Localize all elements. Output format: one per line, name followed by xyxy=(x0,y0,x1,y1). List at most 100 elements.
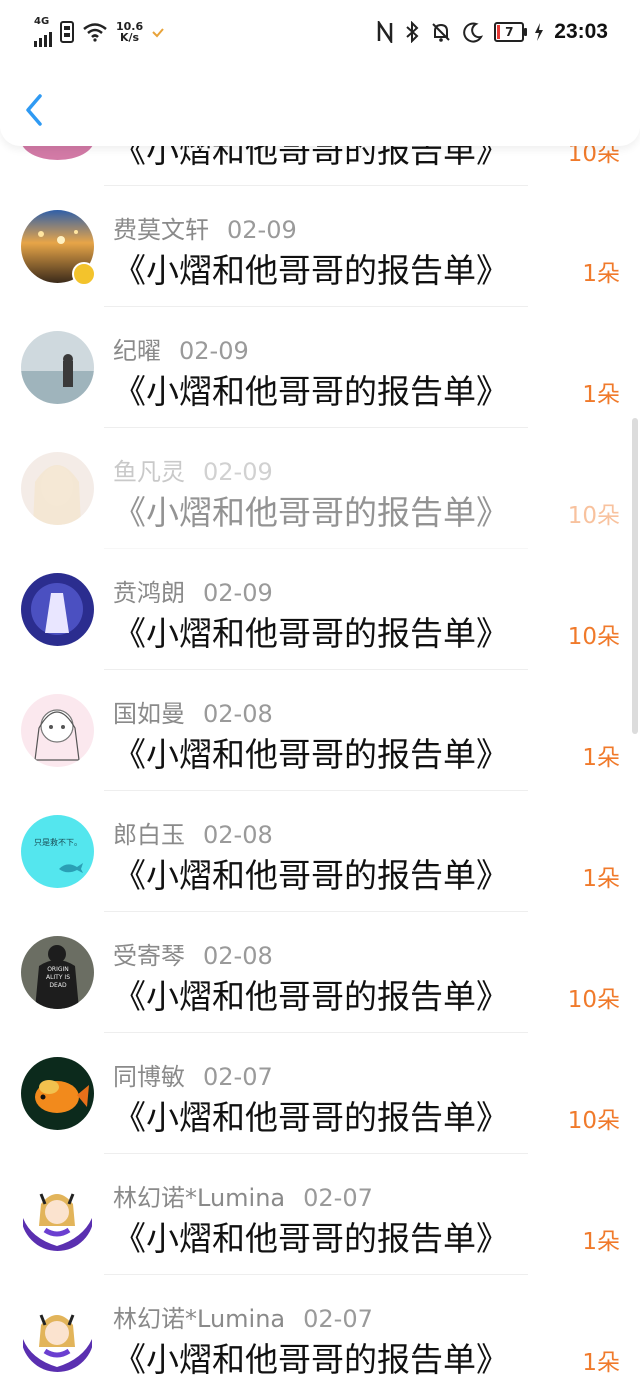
item-date: 02-08 xyxy=(203,700,273,728)
wifi-icon xyxy=(83,23,107,42)
list-item[interactable]: 鱼凡灵 02-09 《小熠和他哥哥的报告单》 10朵 xyxy=(0,428,640,549)
user-name: 林幻诺*Lumina xyxy=(113,1305,286,1333)
whale-icon xyxy=(59,863,83,873)
cellular-group: 4G xyxy=(34,17,52,47)
list-item[interactable]: 国如曼 02-08 《小熠和他哥哥的报告单》 1朵 xyxy=(0,670,640,791)
flower-count: 10朵 xyxy=(567,987,620,1013)
network-speed: 10.6 K/s xyxy=(116,21,143,43)
flower-count: 10朵 xyxy=(567,503,620,529)
item-meta: 林幻诺*Lumina 02-07 xyxy=(113,1178,373,1213)
avatar xyxy=(21,1178,94,1251)
bluetooth-icon xyxy=(406,21,419,43)
avatar xyxy=(21,452,94,525)
moon-icon xyxy=(463,22,484,43)
item-date: 02-09 xyxy=(203,458,273,486)
list-item[interactable]: 费莫文轩 02-09 《小熠和他哥哥的报告单》 1朵 xyxy=(0,186,640,307)
avatar: 只是救不下。 xyxy=(21,815,94,888)
item-title: 《小熠和他哥哥的报告单》 xyxy=(113,977,509,1016)
back-button[interactable] xyxy=(20,90,50,130)
avatar xyxy=(21,1057,94,1130)
item-date: 02-08 xyxy=(203,821,273,849)
item-title: 《小熠和他哥哥的报告单》 xyxy=(113,614,509,653)
item-title: 《小熠和他哥哥的报告单》 xyxy=(113,372,509,411)
list-item[interactable]: 纪曜 02-09 《小熠和他哥哥的报告单》 1朵 xyxy=(0,307,640,428)
avatar-image xyxy=(21,331,94,404)
battery-fill xyxy=(497,25,501,39)
user-name: 费莫文轩 xyxy=(113,216,209,244)
item-meta: 纪曜 02-09 xyxy=(113,331,249,366)
item-title: 《小熠和他哥哥的报告单》 xyxy=(113,735,509,774)
list-item[interactable]: 林幻诺*Lumina 02-07 《小熠和他哥哥的报告单》 1朵 xyxy=(0,1275,640,1395)
cellular-signal-icon xyxy=(34,29,52,47)
item-title: 《小熠和他哥哥的报告单》 xyxy=(113,1098,509,1137)
hoodie-text: ORIGIN ALITY IS DEAD xyxy=(45,966,71,989)
item-meta: 国如曼 02-08 xyxy=(113,694,273,729)
speed-unit: K/s xyxy=(120,31,140,44)
item-date: 02-07 xyxy=(303,1184,373,1212)
item-date: 02-09 xyxy=(179,337,249,365)
flower-count: 1朵 xyxy=(582,1350,620,1376)
item-title: 《小熠和他哥哥的报告单》 xyxy=(113,251,509,290)
avatar: ORIGIN ALITY IS DEAD xyxy=(21,936,94,1009)
flower-record-list: 《小熠和他哥哥的报告单》 10朵 费莫文轩 02-09 《小熠和他哥哥的报告单》 … xyxy=(0,0,640,1387)
item-meta: 受寄琴 02-08 xyxy=(113,936,273,971)
status-bar: 4G 10.6 K/s 7 23:03 xyxy=(0,0,640,66)
list-item[interactable]: 林幻诺*Lumina 02-07 《小熠和他哥哥的报告单》 1朵 xyxy=(0,1154,640,1275)
status-right: 7 23:03 xyxy=(376,18,608,46)
avatar-image xyxy=(21,1057,94,1130)
item-meta: 郎白玉 02-08 xyxy=(113,815,273,850)
item-title: 《小熠和他哥哥的报告单》 xyxy=(113,493,509,532)
verified-badge-icon xyxy=(72,262,96,286)
avatar-image xyxy=(21,1178,94,1251)
flower-count: 1朵 xyxy=(582,745,620,771)
battery-level: 7 xyxy=(505,25,514,39)
flower-count: 10朵 xyxy=(567,1108,620,1134)
user-name: 国如曼 xyxy=(113,700,185,728)
flower-count: 1朵 xyxy=(582,1229,620,1255)
item-meta: 鱼凡灵 02-09 xyxy=(113,452,273,487)
item-meta: 贲鸿朗 02-09 xyxy=(113,573,273,608)
list-item[interactable]: 贲鸿朗 02-09 《小熠和他哥哥的报告单》 10朵 xyxy=(0,549,640,670)
item-date: 02-07 xyxy=(303,1305,373,1333)
network-type: 4G xyxy=(34,16,50,27)
user-name: 受寄琴 xyxy=(113,942,185,970)
user-name: 同博敏 xyxy=(113,1063,185,1091)
check-icon xyxy=(152,28,164,38)
nav-header xyxy=(0,66,640,146)
battery-icon: 7 xyxy=(494,22,528,42)
item-date: 02-09 xyxy=(227,216,297,244)
flower-count: 10朵 xyxy=(567,624,620,650)
item-title: 《小熠和他哥哥的报告单》 xyxy=(113,1219,509,1258)
list-item[interactable]: 同博敏 02-07 《小熠和他哥哥的报告单》 10朵 xyxy=(0,1033,640,1154)
user-name: 贲鸿朗 xyxy=(113,579,185,607)
list-item[interactable]: 只是救不下。 郎白玉 02-08 《小熠和他哥哥的报告单》 1朵 xyxy=(0,791,640,912)
sim-card-icon xyxy=(60,21,74,43)
item-date: 02-08 xyxy=(203,942,273,970)
avatar xyxy=(21,694,94,767)
avatar-image xyxy=(21,452,94,525)
list-item[interactable]: ORIGIN ALITY IS DEAD 受寄琴 02-08 《小熠和他哥哥的报告… xyxy=(0,912,640,1033)
avatar-caption: 只是救不下。 xyxy=(34,838,82,847)
item-meta: 费莫文轩 02-09 xyxy=(113,210,297,245)
user-name: 纪曜 xyxy=(113,337,161,365)
clock-time: 23:03 xyxy=(554,20,608,43)
status-left: 4G 10.6 K/s xyxy=(34,17,165,47)
scrollbar[interactable] xyxy=(632,418,638,734)
avatar-image xyxy=(21,1299,94,1372)
avatar xyxy=(21,331,94,404)
item-meta: 林幻诺*Lumina 02-07 xyxy=(113,1299,373,1334)
nfc-icon xyxy=(378,21,393,43)
item-date: 02-09 xyxy=(203,579,273,607)
user-name: 林幻诺*Lumina xyxy=(113,1184,286,1212)
user-name: 鱼凡灵 xyxy=(113,458,185,486)
avatar xyxy=(21,573,94,646)
charging-bolt-icon xyxy=(535,23,544,41)
bell-off-icon xyxy=(432,23,450,42)
flower-count: 1朵 xyxy=(582,261,620,287)
item-meta: 同博敏 02-07 xyxy=(113,1057,273,1092)
avatar-image xyxy=(21,573,94,646)
chevron-left-icon xyxy=(26,94,42,126)
flower-count: 1朵 xyxy=(582,382,620,408)
avatar xyxy=(21,1299,94,1372)
item-date: 02-07 xyxy=(203,1063,273,1091)
